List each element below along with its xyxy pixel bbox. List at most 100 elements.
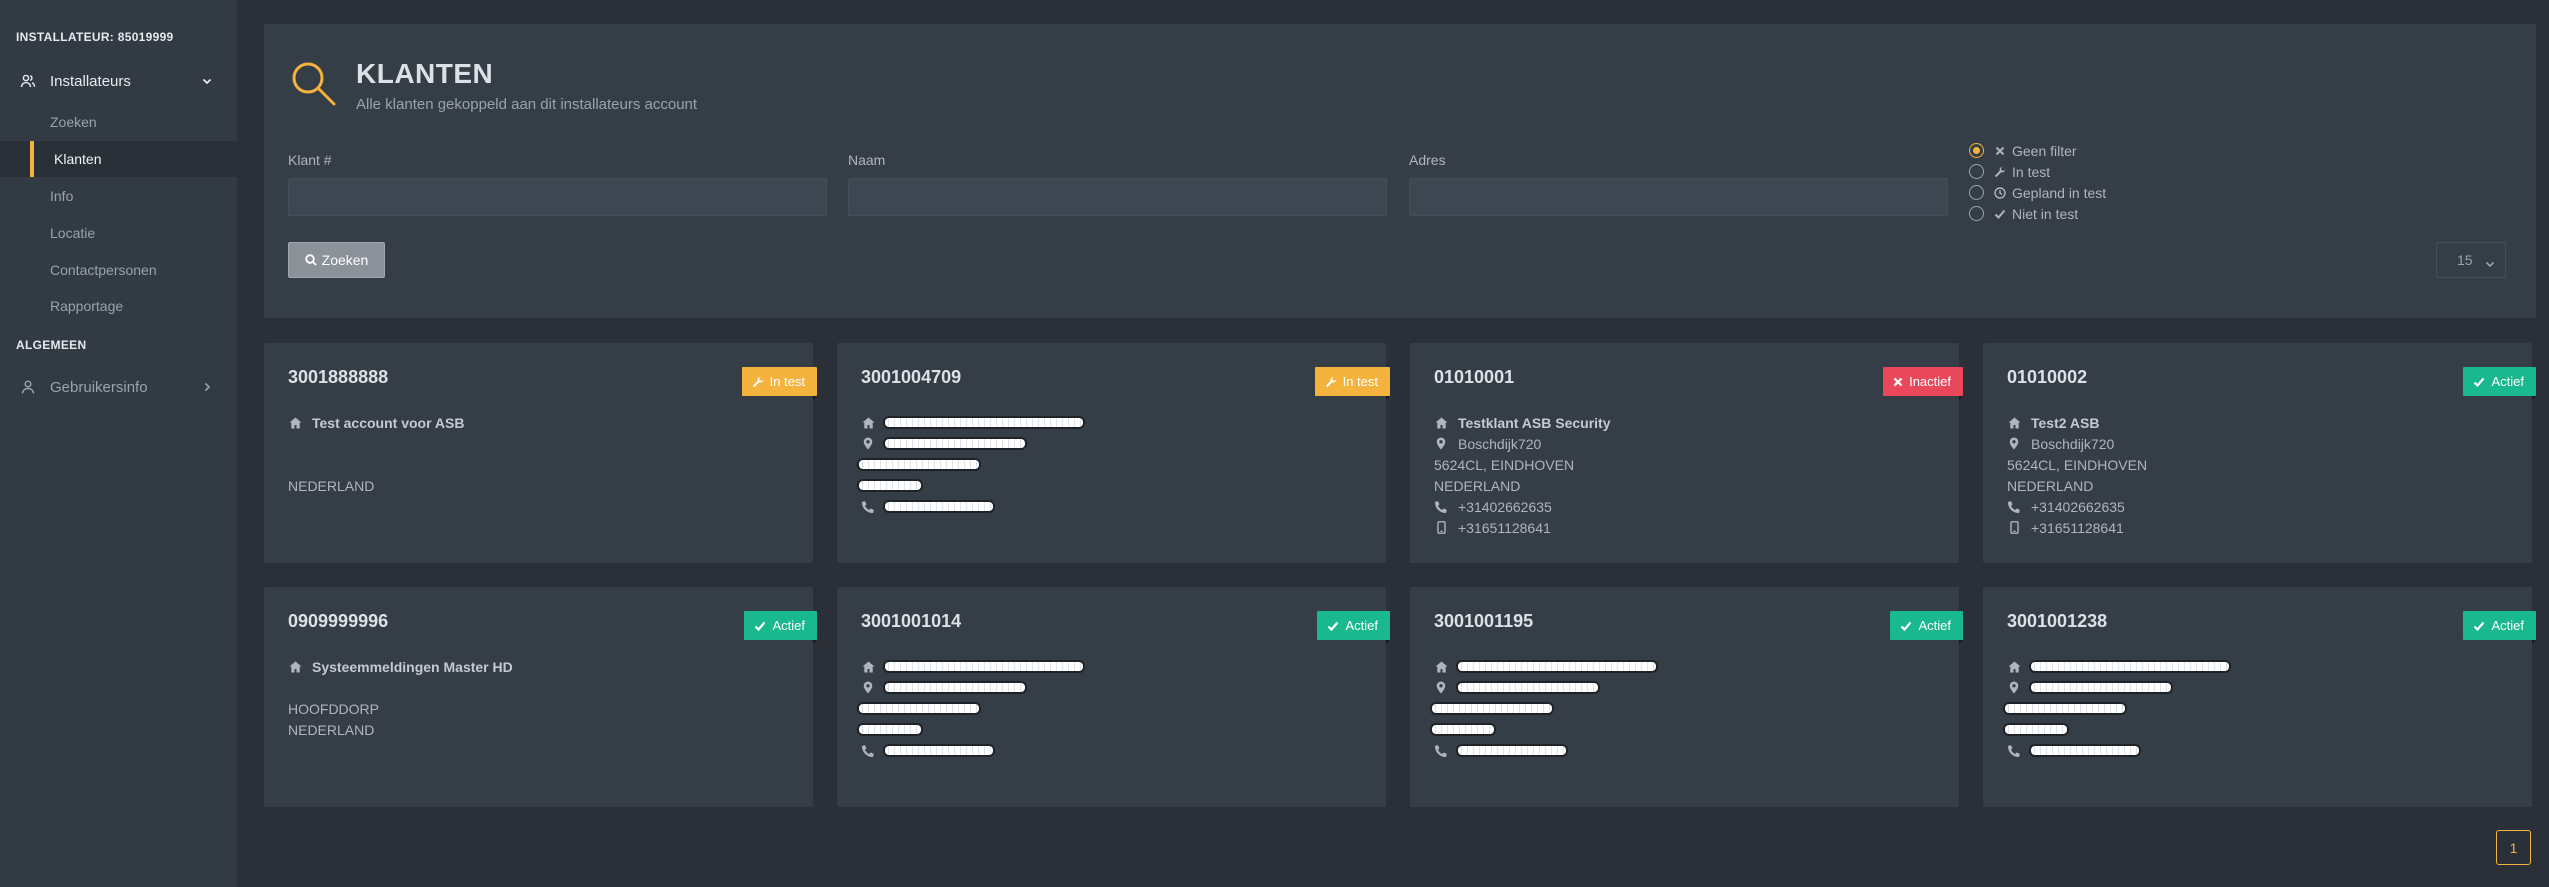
customer-card[interactable]: 3001888888 In test Test account voor ASB… xyxy=(264,343,818,563)
redacted-street-line xyxy=(861,677,1083,698)
redacted-text xyxy=(1458,746,1566,755)
customer-name: Test2 ASB xyxy=(2031,414,2100,431)
customer-number: 0909999996 xyxy=(288,611,389,631)
redacted-text xyxy=(2031,662,2229,671)
customer-number: 3001888888 xyxy=(288,367,389,387)
redacted-street-line xyxy=(861,433,1083,454)
status-badge: Actief xyxy=(1317,611,1390,644)
sidebar-item-contactpersonen[interactable]: Contactpersonen xyxy=(0,252,237,288)
customer-number: 3001004709 xyxy=(861,367,962,387)
customer-country: NEDERLAND xyxy=(288,477,375,494)
chevron-down-icon xyxy=(201,74,213,91)
redacted-text xyxy=(2031,683,2171,692)
filter-label: Geen filter xyxy=(2012,142,2077,159)
app-root: INSTALLATEUR: 85019999 Installateurs Zoe… xyxy=(0,0,2549,887)
redacted-text xyxy=(885,746,993,755)
redacted-text xyxy=(1458,683,1598,692)
nav-installateurs[interactable]: Installateurs xyxy=(0,66,237,96)
customer-details: Test2 ASB Boschdijk720 5624CL, EINDHOVEN NE… xyxy=(2007,412,2147,538)
sidebar-item-klanten[interactable]: Klanten xyxy=(0,141,237,177)
naam-input[interactable] xyxy=(848,178,1387,216)
filter-in-test[interactable]: In test xyxy=(1969,161,2106,182)
adres-label: Adres xyxy=(1409,152,1446,168)
sidebar-item-label: Contactpersonen xyxy=(50,262,157,278)
phone-icon xyxy=(2007,744,2021,757)
home-icon xyxy=(1434,417,1448,429)
sidebar-item-zoeken[interactable]: Zoeken xyxy=(0,104,237,140)
redacted-text xyxy=(885,418,1083,427)
check-icon xyxy=(2473,376,2491,388)
map-pin-icon xyxy=(2007,681,2021,694)
redacted-street-line xyxy=(1434,677,1656,698)
check-icon xyxy=(1900,620,1918,632)
redacted-text xyxy=(1432,704,1552,713)
customer-name-line: Systeemmeldingen Master HD xyxy=(288,656,513,677)
redacted-text xyxy=(885,683,1025,692)
customer-details: Testklant ASB Security Boschdijk720 5624CL… xyxy=(1434,412,1611,538)
customer-card[interactable]: 01010002 Actief Test2 ASB Boschdijk720 562… xyxy=(1983,343,2536,563)
radio-gepland-in-test[interactable] xyxy=(1969,185,1984,200)
wrench-icon xyxy=(1325,376,1343,388)
customer-card[interactable]: 3001001195 Actief xyxy=(1410,587,1963,807)
filter-niet-in-test[interactable]: Niet in test xyxy=(1969,203,2106,224)
customer-card[interactable]: 0909999996 Actief Systeemmeldingen Maste… xyxy=(264,587,817,807)
redacted-country-line xyxy=(859,719,1083,740)
times-icon xyxy=(1893,377,1909,387)
pagination-page-button[interactable]: 1 xyxy=(2496,830,2531,865)
customer-street-line: Boschdijk720 xyxy=(2007,433,2147,454)
chevron-right-icon xyxy=(201,380,213,397)
status-badge-label: In test xyxy=(1342,374,1378,389)
redacted-text xyxy=(859,704,979,713)
map-pin-icon xyxy=(861,681,875,694)
customer-country: NEDERLAND xyxy=(288,721,375,738)
status-badge-label: Actief xyxy=(2491,618,2524,633)
section-label-algemeen: ALGEMEEN xyxy=(16,338,87,352)
customer-card[interactable]: 3001004709 In test xyxy=(837,343,1391,563)
status-badge: Actief xyxy=(2463,367,2536,400)
customer-name: Systeemmeldingen Master HD xyxy=(312,658,513,675)
filter-gepland-in-test[interactable]: Gepland in test xyxy=(1969,182,2106,203)
radio-geen-filter[interactable] xyxy=(1969,143,1984,158)
status-badge: Actief xyxy=(744,611,817,644)
home-icon xyxy=(1434,661,1448,673)
check-icon xyxy=(1993,208,2007,220)
page-size-select[interactable]: 15 xyxy=(2436,242,2506,278)
customer-card[interactable]: 3001001014 Actief xyxy=(837,587,1390,807)
check-icon xyxy=(754,620,772,632)
nav-gebruikersinfo[interactable]: Gebruikersinfo xyxy=(0,372,237,402)
customer-name: Test account voor ASB xyxy=(312,414,465,431)
sidebar-item-info[interactable]: Info xyxy=(0,178,237,214)
sidebar-item-label: Locatie xyxy=(50,225,96,241)
map-pin-icon xyxy=(861,437,875,450)
mobile-icon xyxy=(1434,521,1448,534)
radio-niet-in-test[interactable] xyxy=(1969,206,1984,221)
customer-name: Testklant ASB Security xyxy=(1458,414,1611,431)
sidebar-item-label: Klanten xyxy=(54,151,102,167)
empty-line xyxy=(288,454,464,475)
sidebar-item-rapportage[interactable]: Rapportage xyxy=(0,288,237,324)
chevron-down-icon xyxy=(2485,256,2495,272)
redacted-phone-line xyxy=(861,740,1083,761)
customer-number: 01010002 xyxy=(2007,367,2088,387)
nav-installateurs-label: Installateurs xyxy=(50,72,131,90)
page-title: KLANTEN xyxy=(356,58,494,89)
klant-number-input[interactable] xyxy=(288,178,827,216)
customer-card[interactable]: 01010001 Inactief Testklant ASB Security… xyxy=(1410,343,1963,563)
user-icon xyxy=(20,378,38,396)
nav-gebruikersinfo-label: Gebruikersinfo xyxy=(50,378,148,396)
page-size-value: 15 xyxy=(2457,252,2473,268)
adres-input[interactable] xyxy=(1409,178,1948,216)
search-button[interactable]: Zoeken xyxy=(288,242,385,278)
status-badge: Inactief xyxy=(1883,367,1963,400)
search-icon xyxy=(304,254,317,266)
installer-title: INSTALLATEUR: 85019999 xyxy=(16,30,174,44)
customer-details: Systeemmeldingen Master HD HOOFDDORP NEDER… xyxy=(288,656,513,740)
redacted-text xyxy=(859,725,921,734)
sidebar-item-locatie[interactable]: Locatie xyxy=(0,215,237,251)
filter-geen-filter[interactable]: Geen filter xyxy=(1969,140,2106,161)
customer-card[interactable]: 3001001238 Actief xyxy=(1983,587,2536,807)
empty-line xyxy=(288,433,464,454)
redacted-country-line xyxy=(2005,719,2229,740)
radio-in-test[interactable] xyxy=(1969,164,1984,179)
home-icon xyxy=(288,417,302,429)
